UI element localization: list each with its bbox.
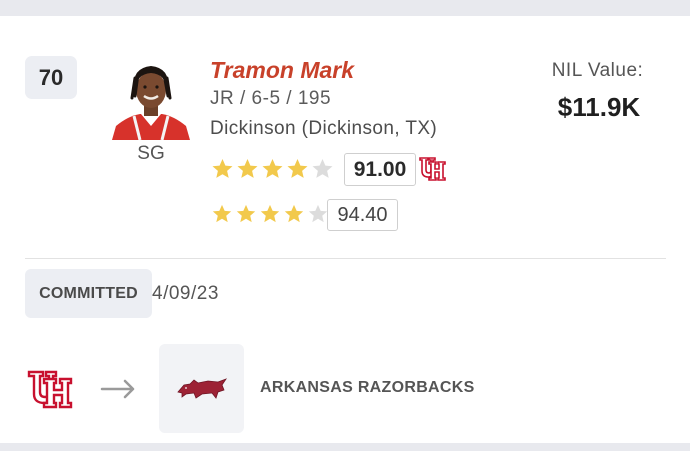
star-filled-icon — [212, 159, 233, 178]
status-badge: COMMITTED — [25, 269, 152, 318]
nil-label: NIL Value: — [551, 60, 644, 81]
player-position: SG — [137, 143, 165, 164]
star-filled-icon — [212, 204, 232, 223]
star-filled-icon — [287, 159, 308, 178]
star-empty-icon — [312, 159, 333, 178]
high-school: Dickinson (Dickinson, TX) — [210, 118, 438, 139]
player-photo[interactable] — [108, 60, 194, 140]
razorback-logo — [176, 377, 227, 399]
star-filled-icon — [237, 159, 258, 178]
destination-logo-box[interactable] — [159, 344, 244, 433]
player-card: 70 SG Tramon Mark JR / 6-5 / 195 Dickins… — [0, 16, 690, 443]
star-filled-icon — [236, 204, 256, 223]
star-rating-1 — [210, 157, 335, 181]
uh-logo[interactable] — [27, 368, 73, 410]
uh-logo[interactable] — [418, 155, 446, 183]
rank-badge: 70 — [25, 56, 77, 99]
divider — [25, 258, 666, 259]
arrow-right-icon — [100, 379, 135, 399]
rating-score-1: 91.00 — [344, 153, 416, 186]
commit-date: 4/09/23 — [152, 283, 219, 304]
star-filled-icon — [260, 204, 280, 223]
player-name-link[interactable]: Tramon Mark — [210, 57, 354, 84]
destination-name[interactable]: ARKANSAS RAZORBACKS — [260, 379, 475, 397]
star-filled-icon — [262, 159, 283, 178]
star-rating-2 — [210, 203, 330, 225]
nil-value: $11.9K — [557, 92, 641, 122]
rating-score-2: 94.40 — [327, 199, 398, 231]
class-height-weight: JR / 6-5 / 195 — [210, 88, 332, 109]
star-filled-icon — [284, 204, 304, 223]
